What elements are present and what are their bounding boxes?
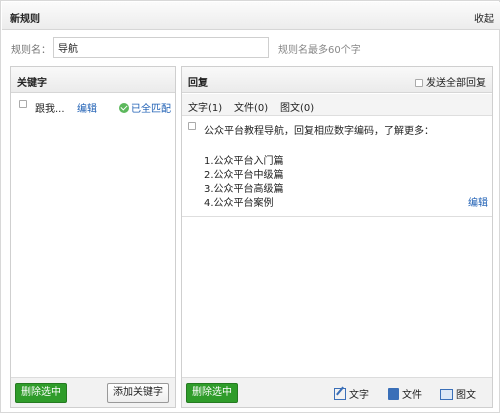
keyword-match-status: 已全匹配 (119, 100, 171, 115)
check-circle-icon (119, 103, 129, 113)
keywords-panel: 关键字 跟我... 编辑 已全匹配 删除选中 添加关键字 (10, 66, 176, 408)
keyword-item: 跟我... 编辑 已全匹配 (17, 99, 173, 115)
keywords-header: 关键字 (11, 67, 175, 93)
collapse-link[interactable]: 收起 (474, 10, 494, 25)
tab-text[interactable]: 文字(1) (188, 99, 222, 114)
rule-name-hint: 规则名最多60个字 (278, 45, 361, 56)
reply-title: 回复 (188, 78, 208, 89)
rule-name-input[interactable] (53, 37, 269, 58)
send-all-option[interactable]: 发送全部回复 (415, 74, 486, 89)
tab-file[interactable]: 文件(0) (234, 99, 268, 114)
reply-line: 2.公众平台中级篇 (204, 170, 284, 181)
rule-editor: 新规则 收起 规则名： 规则名最多60个字 关键字 跟我... 编辑 已全匹配 … (0, 0, 500, 413)
delete-selected-keywords-button[interactable]: 删除选中 (15, 383, 67, 403)
image-icon (440, 389, 453, 400)
edit-icon (334, 388, 346, 400)
add-text-reply-button[interactable]: 文字 (334, 386, 369, 401)
keywords-title: 关键字 (17, 78, 47, 89)
tab-image-text[interactable]: 图文(0) (280, 99, 314, 114)
send-all-checkbox[interactable] (415, 79, 423, 87)
reply-panel: 回复 发送全部回复 文字(1) 文件(0) 图文(0) 公众平台教程导航，回复相… (181, 66, 493, 408)
keyword-match-label: 已全匹配 (131, 104, 171, 115)
reply-line: 3.公众平台高级篇 (204, 184, 284, 195)
add-image-text-label: 图文 (456, 390, 476, 401)
reply-footer: 删除选中 文字 文件 图文 (182, 377, 492, 407)
editor-header: 新规则 收起 (2, 2, 500, 30)
add-file-reply-button[interactable]: 文件 (388, 386, 422, 401)
add-keyword-button[interactable]: 添加关键字 (107, 383, 169, 403)
send-all-label: 发送全部回复 (426, 78, 486, 89)
reply-edit-link[interactable]: 编辑 (468, 194, 488, 209)
keyword-edit-link[interactable]: 编辑 (77, 100, 97, 115)
add-file-label: 文件 (402, 390, 422, 401)
reply-type-tabs: 文字(1) 文件(0) 图文(0) (182, 94, 492, 116)
reply-item: 公众平台教程导航，回复相应数字编码，了解更多： 1.公众平台入门篇 2.公众平台… (182, 117, 492, 217)
keywords-footer: 删除选中 添加关键字 (11, 377, 175, 407)
add-image-text-reply-button[interactable]: 图文 (440, 386, 476, 401)
keyword-checkbox[interactable] (19, 100, 27, 108)
reply-checkbox[interactable] (188, 122, 196, 130)
reply-header: 回复 发送全部回复 (182, 67, 492, 93)
file-icon (388, 388, 399, 400)
reply-line: 4.公众平台案例 (204, 198, 274, 209)
rule-name-label: 规则名： (11, 45, 51, 56)
add-text-label: 文字 (349, 390, 369, 401)
rule-name-row: 规则名： 规则名最多60个字 (1, 31, 500, 65)
delete-selected-replies-button[interactable]: 删除选中 (186, 383, 238, 403)
keyword-text: 跟我... (35, 104, 65, 115)
reply-line: 公众平台教程导航，回复相应数字编码，了解更多： (204, 126, 434, 137)
reply-line: 1.公众平台入门篇 (204, 156, 284, 167)
editor-title: 新规则 (10, 14, 40, 25)
